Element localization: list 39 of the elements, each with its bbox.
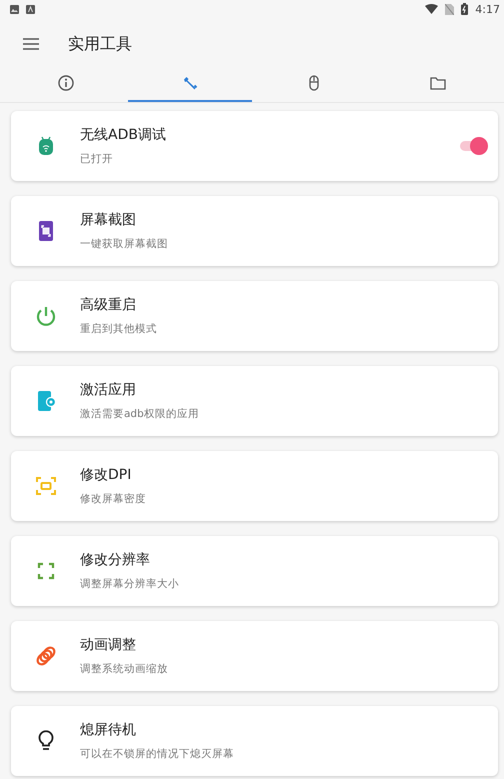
tool-subtitle: 重启到其他模式 — [80, 322, 158, 336]
tool-card[interactable]: 动画调整 调整系统动画缩放 — [11, 621, 498, 691]
no-sim-icon — [445, 4, 454, 14]
toggle-switch[interactable] — [458, 137, 488, 155]
tool-title: 修改DPI — [80, 466, 132, 484]
tool-title: 无线ADB调试 — [80, 126, 167, 144]
folder-icon — [430, 75, 446, 91]
focus-frame-icon — [34, 474, 58, 498]
tool-subtitle: 调整系统动画缩放 — [80, 662, 169, 676]
image-icon — [10, 4, 19, 14]
tool-card[interactable]: 高级重启 重启到其他模式 — [11, 281, 498, 351]
tool-card[interactable]: 无线ADB调试 已打开 — [11, 111, 498, 181]
tool-subtitle: 激活需要adb权限的应用 — [80, 407, 200, 421]
tool-subtitle: 可以在不锁屏的情况下熄灭屏幕 — [80, 747, 235, 761]
tool-card[interactable]: 屏幕截图 一键获取屏幕截图 — [11, 196, 498, 266]
rings-icon — [34, 644, 58, 668]
tool-title: 熄屏待机 — [80, 721, 137, 739]
tool-title: 屏幕截图 — [80, 211, 137, 229]
tool-subtitle: 已打开 — [80, 152, 114, 166]
info-icon — [58, 75, 74, 91]
tool-card[interactable]: 熄屏待机 可以在不锁屏的情况下熄灭屏幕 — [11, 706, 498, 776]
battery-icon — [461, 3, 468, 15]
power-icon — [34, 304, 58, 328]
tool-title: 高级重启 — [80, 296, 137, 314]
clock-time: 4:17 — [475, 2, 500, 16]
tool-title: 动画调整 — [80, 636, 137, 654]
tool-card[interactable]: 修改DPI 修改屏幕密度 — [11, 451, 498, 521]
tool-card[interactable]: 修改分辨率 调整屏幕分辨率大小 — [11, 536, 498, 606]
tool-subtitle: 修改屏幕密度 — [80, 492, 147, 506]
wifi-icon — [425, 4, 438, 14]
menu-icon[interactable] — [23, 38, 39, 50]
tool-subtitle: 调整屏幕分辨率大小 — [80, 577, 180, 591]
tool-subtitle: 一键获取屏幕截图 — [80, 237, 169, 251]
wrench-icon — [182, 75, 198, 91]
tool-title: 修改分辨率 — [80, 551, 151, 569]
page-title: 实用工具 — [68, 34, 132, 54]
notification-icon — [26, 4, 35, 14]
tool-title: 激活应用 — [80, 381, 137, 399]
tool-card[interactable]: 激活应用 激活需要adb权限的应用 — [11, 366, 498, 436]
